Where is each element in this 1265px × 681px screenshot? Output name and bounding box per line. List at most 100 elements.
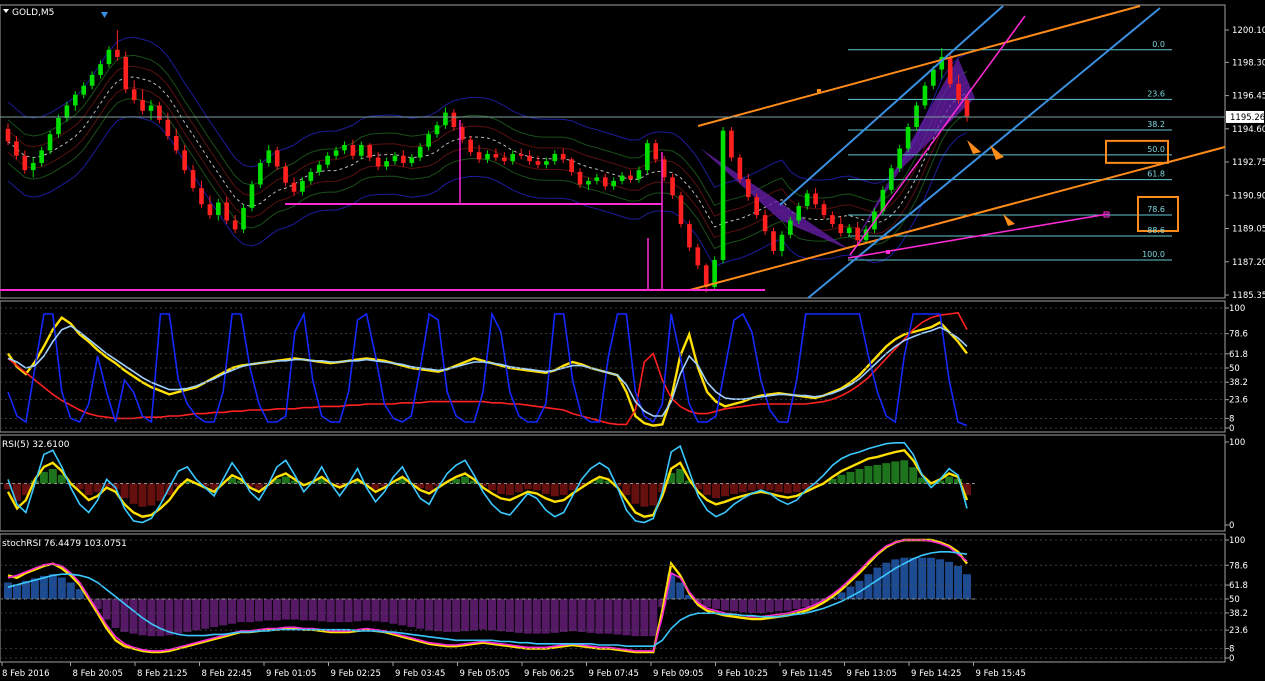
histogram-bar	[721, 483, 730, 497]
candle-body	[964, 100, 970, 117]
candle-body	[619, 175, 625, 181]
histogram-bar	[398, 599, 407, 626]
histogram-bar	[568, 599, 577, 632]
histogram-bar	[855, 468, 864, 484]
candle-body	[602, 177, 608, 187]
histogram-bar	[389, 599, 398, 624]
histogram-bar	[550, 599, 559, 633]
histogram-bar	[129, 483, 138, 504]
histogram-bar	[559, 599, 568, 633]
histogram-bar	[712, 483, 721, 499]
histogram-bar	[219, 599, 228, 626]
candle-body	[762, 215, 768, 232]
candle-body	[56, 118, 61, 135]
candle-body	[703, 265, 709, 287]
candle-body	[645, 143, 650, 171]
histogram-bar	[290, 599, 299, 620]
panel-tick-label: 100	[1229, 536, 1245, 546]
time-tick-label: 9 Feb 14:25	[911, 669, 961, 679]
candle-body	[544, 161, 549, 165]
candle-body	[855, 227, 860, 241]
histogram-bar	[909, 467, 918, 484]
histogram-bar	[479, 599, 488, 630]
histogram-bar	[631, 483, 640, 504]
candle-body	[274, 150, 280, 167]
histogram-bar	[147, 599, 156, 637]
histogram-bar	[514, 483, 523, 493]
histogram-bar	[550, 483, 559, 497]
histogram-bar	[102, 599, 111, 620]
histogram-bar	[523, 599, 532, 634]
candle-body	[560, 153, 566, 160]
candle-body	[47, 134, 53, 151]
histogram-bar	[532, 483, 541, 491]
candle-body	[367, 144, 373, 158]
time-tick-label: 9 Feb 15:45	[976, 669, 1026, 679]
histogram-bar	[613, 599, 622, 635]
oscillator-panel[interactable]	[0, 300, 1226, 433]
price-tick-label: 1189.05	[1232, 225, 1265, 235]
histogram-bar	[631, 599, 640, 637]
candle-body	[443, 112, 448, 126]
histogram-bar	[326, 599, 335, 623]
candle-body	[678, 195, 684, 225]
panel-tick-label: 38.2	[1229, 378, 1248, 388]
candle-body	[493, 153, 499, 158]
histogram-bar	[729, 599, 738, 612]
candle-body	[375, 157, 381, 167]
histogram-bar	[595, 599, 604, 634]
histogram-bar	[703, 483, 712, 496]
candle-body	[308, 171, 314, 181]
histogram-bar	[201, 599, 210, 629]
stoch-rsi-panel[interactable]	[0, 533, 1226, 663]
histogram-bar	[676, 468, 685, 484]
symbol-title: GOLD,M5	[12, 8, 54, 18]
time-axis: 8 Feb 2016 8 Feb 20:05 8 Feb 21:25 8 Feb 22…	[1, 662, 1026, 679]
histogram-bar	[756, 483, 765, 490]
candle-body	[670, 177, 675, 196]
histogram-bar	[747, 599, 756, 614]
panel-tick-label: 0	[1229, 424, 1234, 434]
candle-body	[98, 64, 103, 75]
candle-body	[956, 83, 961, 101]
histogram-bar	[147, 483, 156, 506]
histogram-bar	[111, 599, 120, 628]
fib-level-label: 88.6	[1147, 226, 1165, 235]
histogram-bar	[873, 567, 882, 599]
histogram-bar	[228, 599, 237, 624]
candle-body	[232, 220, 238, 230]
time-tick-label: 9 Feb 03:45	[395, 669, 445, 679]
candle-body	[897, 148, 903, 169]
candle-body	[922, 85, 928, 106]
candle-body	[821, 204, 827, 216]
histogram-bar	[138, 483, 147, 507]
time-tick-label: 9 Feb 06:25	[524, 669, 574, 679]
candle-body	[207, 204, 213, 216]
histogram-bar	[93, 483, 102, 493]
histogram-bar	[487, 599, 496, 631]
candle-body	[779, 234, 785, 251]
histogram-bar	[909, 557, 918, 599]
candle-body	[594, 177, 600, 181]
histogram-bar	[281, 476, 290, 484]
histogram-bar	[317, 599, 326, 622]
candle-body	[283, 166, 288, 183]
histogram-bar	[39, 471, 48, 484]
price-tick-label: 1185.35	[1232, 291, 1265, 301]
trading-chart[interactable]: 0.0 23.6 38.2 50.0 61.8 78.6 88.6 100.0 1200.10…	[0, 0, 1265, 681]
candle-body	[813, 193, 818, 205]
fib-level-label: 100.0	[1142, 250, 1165, 259]
histogram-bar	[918, 557, 927, 599]
histogram-bar	[487, 483, 496, 491]
price-tick-label: 1200.10	[1232, 26, 1265, 36]
histogram-bar	[84, 483, 93, 496]
histogram-bar	[425, 599, 434, 631]
price-axis: 1200.10 1198.30 1196.45 1194.60 1192.75 1190.…	[1225, 26, 1265, 301]
histogram-bar	[774, 599, 783, 612]
histogram-bar	[783, 599, 792, 611]
candle-body	[518, 153, 524, 156]
histogram-bar	[416, 599, 425, 629]
time-tick-label: 9 Feb 02:25	[331, 669, 381, 679]
histogram-bar	[461, 599, 470, 632]
candle-body	[401, 155, 406, 163]
